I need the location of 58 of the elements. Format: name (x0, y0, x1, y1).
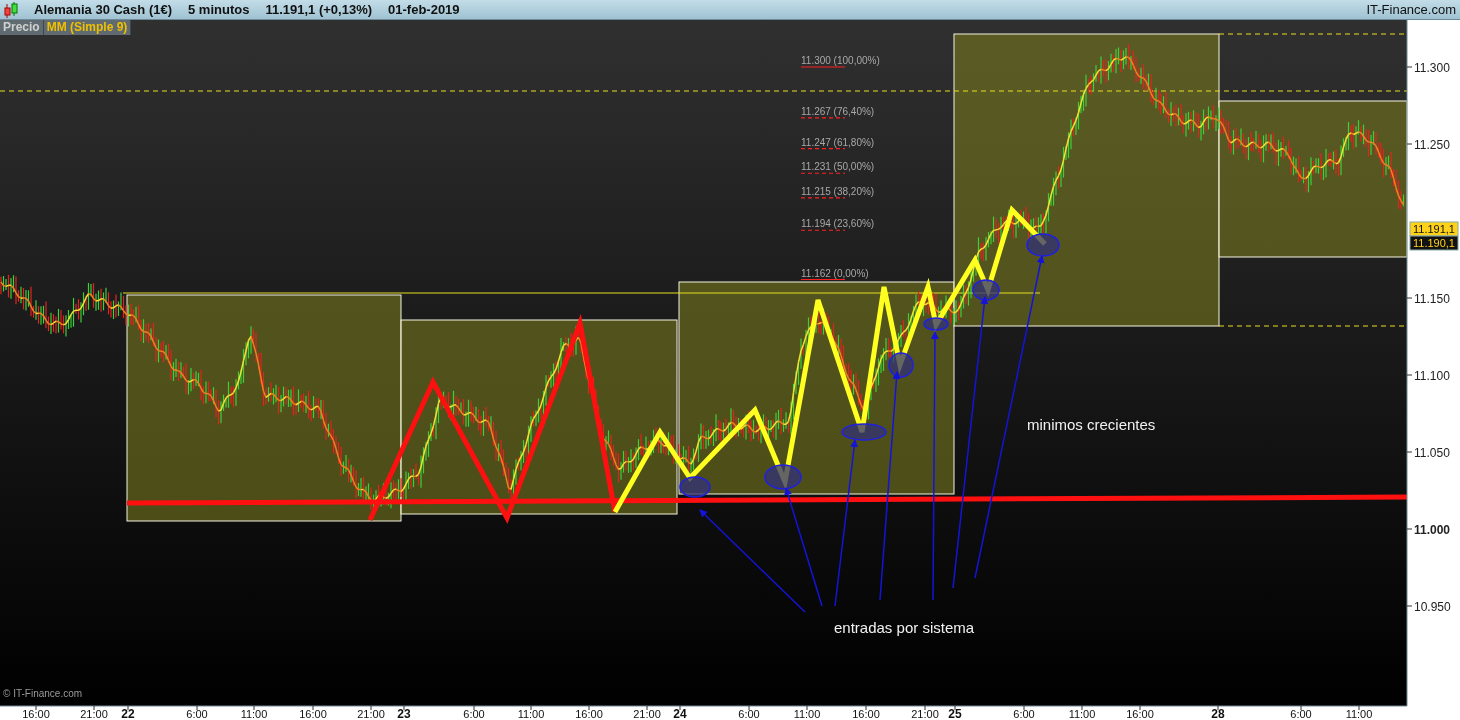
time-axis-label: 11:00 (240, 708, 268, 720)
time-axis-label: 11:00 (517, 708, 545, 720)
entry-ellipse (923, 317, 949, 331)
entry-ellipse (888, 352, 914, 378)
time-axis-label: 16:00 (1126, 708, 1154, 720)
time-axis-label: 28 (1211, 707, 1225, 720)
fib-level-label: 11.267 (76,40%) (800, 105, 875, 119)
time-axis-label: 23 (397, 707, 411, 720)
time-axis-label: 25 (948, 707, 962, 720)
time-axis-label: 21:00 (911, 708, 939, 720)
time-axis-label: 16:00 (299, 708, 327, 720)
price-axis-label: 11.150 (1414, 292, 1450, 306)
entry-ellipse (679, 476, 711, 498)
entry-ellipse (841, 423, 887, 441)
time-axis-label: 11:00 (793, 708, 821, 720)
time-axis-label: 11:00 (1068, 708, 1096, 720)
time-axis-label: 11:00 (1345, 708, 1373, 720)
entry-ellipse (764, 464, 802, 490)
time-axis-label: 16:00 (852, 708, 880, 720)
price-axis-label: 11.000 (1414, 523, 1451, 537)
fib-level-label: 11.247 (61,80%) (800, 136, 875, 150)
legend-label: Precio (0, 20, 44, 35)
chart-title-text: Alemania 30 Cash (1€) (34, 0, 172, 19)
price-axis-label: 10.950 (1414, 600, 1451, 614)
fib-level-label: 11.300 (100,00%) (800, 55, 880, 68)
time-axis-label: 6:00 (738, 708, 760, 720)
fib-level-label: 11.194 (23,60%) (800, 218, 875, 231)
price-axis-label: 11.300 (1414, 61, 1450, 75)
price-axis-label: 11.250 (1414, 138, 1450, 152)
fib-level-label: 11.231 (50,00%) (800, 161, 875, 174)
time-axis-label: 21:00 (80, 708, 108, 720)
price-badge: 11.191,1 (1409, 221, 1459, 237)
time-axis-label: 6:00 (463, 708, 485, 720)
annotation-label: minimos crecientes (1027, 416, 1156, 433)
time-axis-label: 21:00 (633, 708, 661, 720)
candlestick-icon (4, 1, 18, 18)
price-axis-label: 11.050 (1414, 446, 1450, 460)
entry-ellipse (972, 279, 1000, 301)
time-axis-label: 6:00 (1290, 708, 1312, 720)
fib-level-label: 11.162 (0,00%) (800, 267, 869, 281)
fib-level-label: 11.215 (38,20%) (800, 185, 875, 199)
time-axis-label: 16:00 (575, 708, 603, 720)
chart-title-text: 11.191,1 (+0,13%) (265, 0, 373, 19)
annotation-label: entradas por sistema (834, 619, 975, 636)
time-axis-label: 24 (673, 707, 687, 720)
copyright-label: © IT-Finance.com (3, 688, 83, 699)
brand-label: IT-Finance.com (1366, 0, 1456, 19)
price-badge: 11.190,1 (1409, 235, 1459, 251)
time-axis-label: 6:00 (186, 708, 208, 720)
chart-title-text: 5 minutos (188, 0, 250, 19)
entry-ellipse (1026, 233, 1060, 257)
legend-label: MM (Simple 9) (43, 20, 132, 35)
price-axis-label: 11.100 (1414, 369, 1450, 383)
time-axis-label: 22 (121, 707, 135, 720)
chart-title-text: 01-feb-2019 (388, 0, 460, 19)
time-axis-label: 21:00 (357, 708, 385, 720)
time-axis-label: 16:00 (22, 708, 50, 720)
time-axis-label: 6:00 (1013, 708, 1035, 720)
